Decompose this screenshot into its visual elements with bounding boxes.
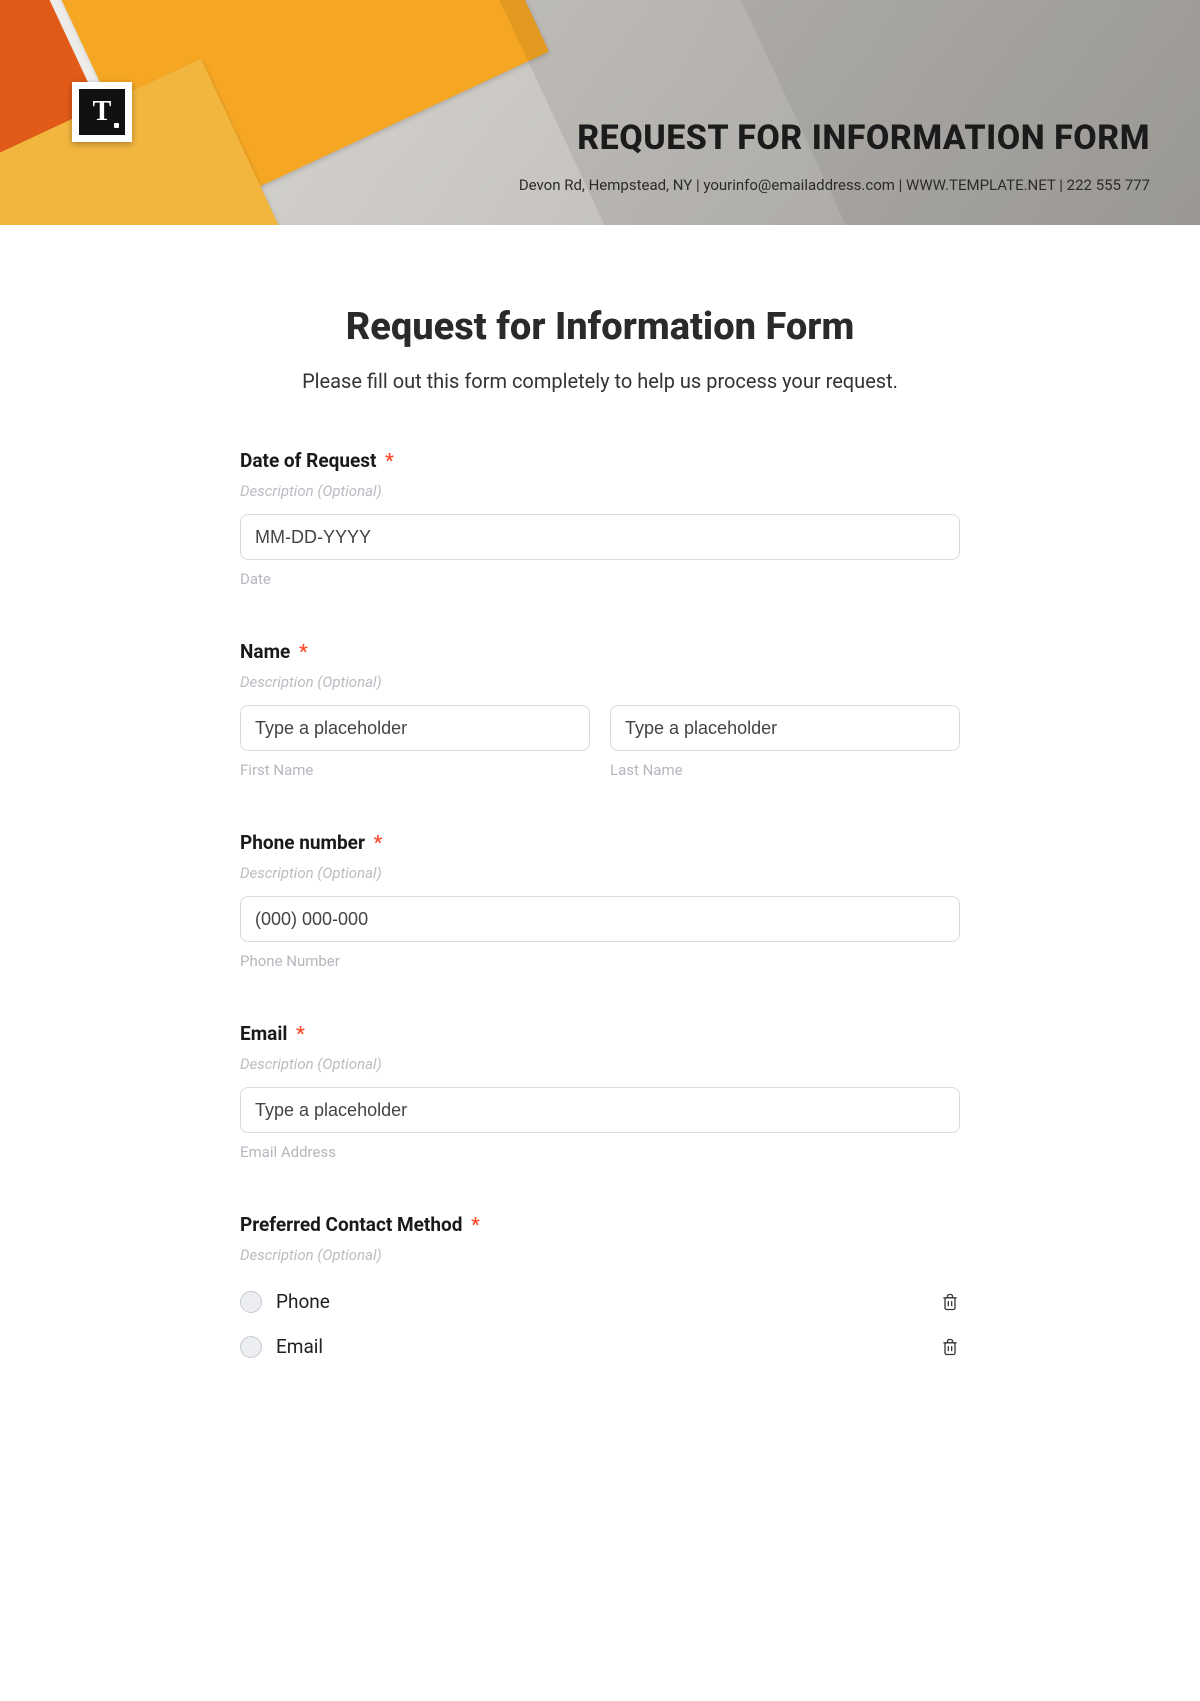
contact-method-option: Email xyxy=(240,1327,960,1372)
email-input[interactable] xyxy=(240,1087,960,1133)
radio-input[interactable] xyxy=(240,1291,262,1313)
last-name-input[interactable] xyxy=(610,705,960,751)
required-mark: * xyxy=(296,1022,305,1045)
field-sublabel: Email Address xyxy=(240,1143,960,1161)
field-sublabel: Last Name xyxy=(610,761,960,779)
field-label: Email * xyxy=(240,1022,960,1045)
form-subtitle: Please fill out this form completely to … xyxy=(240,369,960,393)
phone-input[interactable] xyxy=(240,896,960,942)
field-sublabel: First Name xyxy=(240,761,590,779)
field-description: Description (Optional) xyxy=(240,482,960,500)
field-label: Name * xyxy=(240,640,960,663)
required-mark: * xyxy=(374,831,383,854)
option-label: Phone xyxy=(276,1290,330,1313)
option-label: Email xyxy=(276,1335,323,1358)
banner-title: REQUEST FOR INFORMATION FORM xyxy=(577,118,1150,158)
label-text: Name xyxy=(240,640,290,663)
field-date-of-request: Date of Request * Description (Optional)… xyxy=(240,449,960,588)
date-input[interactable] xyxy=(240,514,960,560)
radio-input[interactable] xyxy=(240,1336,262,1358)
field-sublabel: Phone Number xyxy=(240,952,960,970)
field-phone: Phone number * Description (Optional) Ph… xyxy=(240,831,960,970)
label-text: Date of Request xyxy=(240,449,376,472)
trash-icon[interactable] xyxy=(940,1291,960,1313)
trash-icon[interactable] xyxy=(940,1336,960,1358)
field-email: Email * Description (Optional) Email Add… xyxy=(240,1022,960,1161)
field-label: Date of Request * xyxy=(240,449,960,472)
label-text: Preferred Contact Method xyxy=(240,1213,462,1236)
field-description: Description (Optional) xyxy=(240,864,960,882)
label-text: Email xyxy=(240,1022,287,1045)
required-mark: * xyxy=(385,449,394,472)
label-text: Phone number xyxy=(240,831,365,854)
banner-header: T REQUEST FOR INFORMATION FORM Devon Rd,… xyxy=(0,0,1200,225)
field-label: Preferred Contact Method * xyxy=(240,1213,960,1236)
field-contact-method: Preferred Contact Method * Description (… xyxy=(240,1213,960,1372)
field-description: Description (Optional) xyxy=(240,1055,960,1073)
field-description: Description (Optional) xyxy=(240,1246,960,1264)
field-label: Phone number * xyxy=(240,831,960,854)
field-description: Description (Optional) xyxy=(240,673,960,691)
required-mark: * xyxy=(471,1213,480,1236)
first-name-input[interactable] xyxy=(240,705,590,751)
form-title: Request for Information Form xyxy=(240,305,960,349)
field-sublabel: Date xyxy=(240,570,960,588)
brand-logo-letter: T xyxy=(79,89,125,135)
required-mark: * xyxy=(299,640,308,663)
contact-method-option: Phone xyxy=(240,1282,960,1327)
field-name: Name * Description (Optional) First Name… xyxy=(240,640,960,779)
form-container: Request for Information Form Please fill… xyxy=(240,225,960,1422)
banner-contact-line: Devon Rd, Hempstead, NY | yourinfo@email… xyxy=(519,176,1150,194)
brand-logo: T xyxy=(72,82,132,142)
